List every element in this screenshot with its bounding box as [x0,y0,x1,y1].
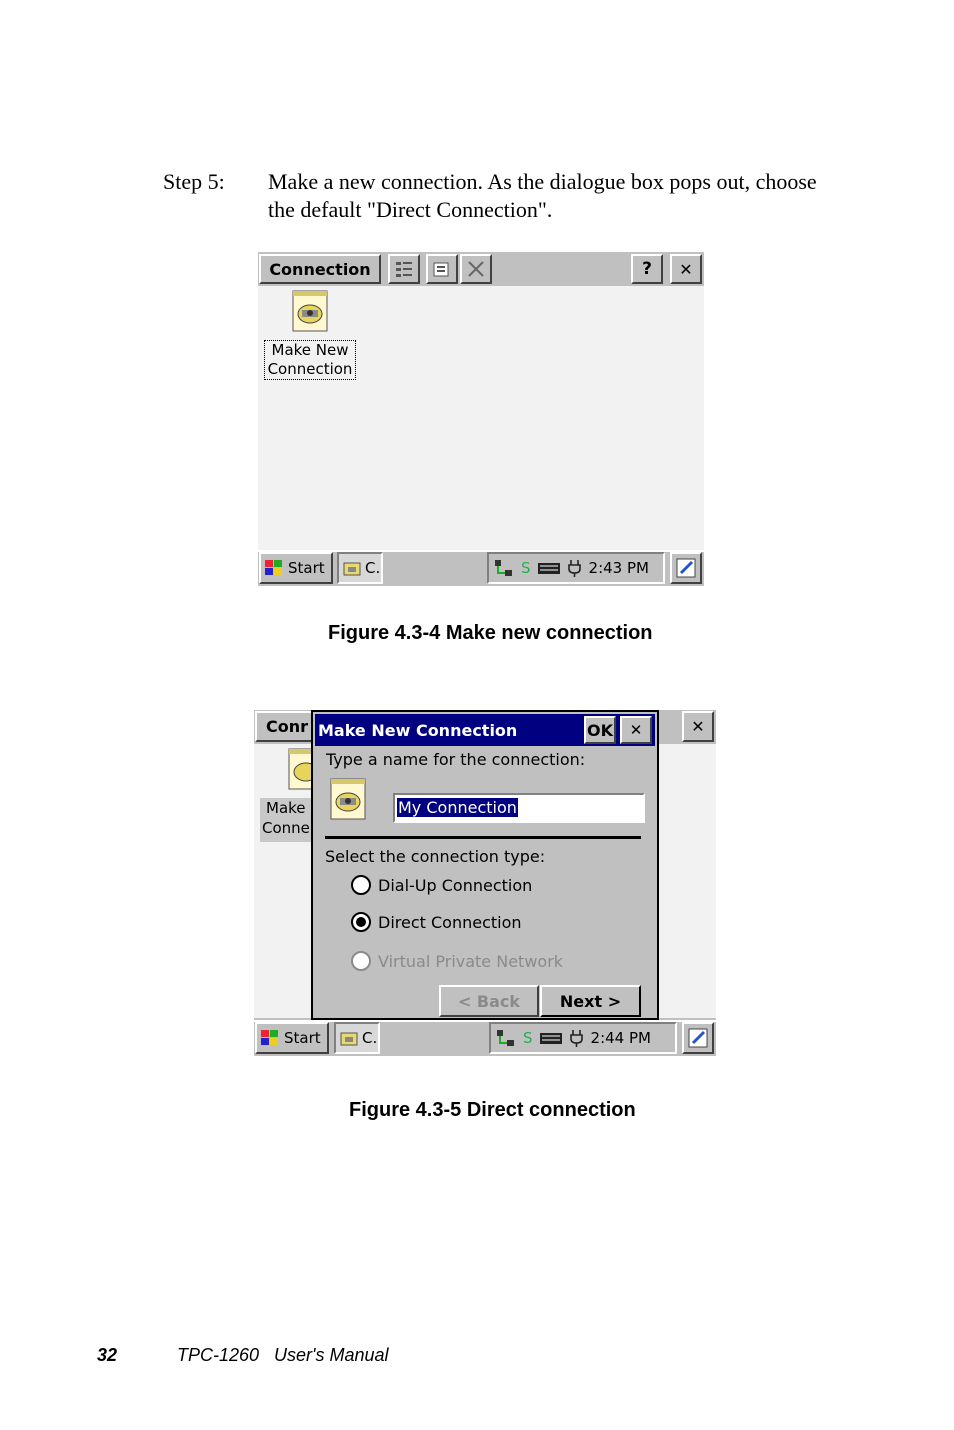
separator [325,836,641,839]
ok-button[interactable]: OK [584,716,616,744]
power-plug-icon[interactable] [569,1028,585,1048]
desktop-button[interactable] [682,1022,714,1054]
make-new-connection-item[interactable]: Make New Connection [264,288,356,386]
figure-direct-connection: Conr ✕ Make Conne Make New Connection OK… [254,710,716,1056]
properties-button[interactable] [426,254,458,284]
close-icon: ✕ [691,717,705,736]
make-new-connection-label: Make New Connection [264,340,356,380]
label-line-1: Make New [271,341,349,359]
clock[interactable]: 2:43 PM [589,559,649,577]
connection-folder-view: Make New Connection [258,286,704,550]
tray-s-indicator[interactable]: S [521,559,531,577]
connection-name-value: My Connection [397,798,518,817]
start-label: Start [288,559,325,577]
connection-wizard-icon [330,778,366,820]
make-new-connection-dialog: Make New Connection OK ✕ Type a name for… [311,710,659,1020]
manual-title: TPC-1260 User's Manual [177,1345,389,1365]
help-label: ? [642,259,652,279]
back-button: < Back [439,985,539,1017]
pen-desktop-icon [676,558,696,578]
page-number: 32 [97,1345,118,1365]
taskbar-connection-task[interactable]: C. [337,552,383,584]
window-title: Connection [269,259,371,279]
start-button[interactable]: Start [255,1022,329,1054]
radio-vpn-label: Virtual Private Network [378,951,564,971]
details-view-button[interactable] [388,254,420,284]
close-button[interactable]: ✕ [670,254,702,284]
figure-make-new-connection: Connection ? ✕ Make New Connection Start… [258,252,704,586]
start-button[interactable]: Start [259,552,333,584]
delete-button[interactable] [460,254,492,284]
clock[interactable]: 2:44 PM [591,1029,651,1047]
next-label: Next > [559,991,622,1011]
radio-circle [351,951,371,971]
step-label: Step 5: [163,169,225,194]
tray-s-indicator[interactable]: S [523,1029,533,1047]
help-button[interactable]: ? [631,254,663,284]
connection-type-label: Select the connection type: [325,847,546,866]
radio-dial-up[interactable]: Dial-Up Connection [351,875,532,895]
task-label: C. [365,559,381,577]
back-label: < Back [457,991,521,1011]
connection-wizard-icon [292,290,328,332]
network-icon[interactable] [493,558,515,578]
properties-icon [433,262,449,277]
dialog-title: Make New Connection [318,720,518,740]
details-view-icon [396,262,412,277]
task-label: C. [362,1029,378,1047]
dialog-close-button[interactable]: ✕ [620,716,652,744]
connection-menu-button[interactable]: Connection [259,254,381,284]
connection-folder-icon [343,562,361,576]
desktop-button[interactable] [670,552,702,584]
ok-label: OK [587,720,613,740]
delete-icon [468,261,484,277]
radio-direct[interactable]: Direct Connection [351,912,522,932]
pen-desktop-icon [688,1028,708,1048]
background-close-button: ✕ [682,711,714,742]
keyboard-icon[interactable] [537,560,561,576]
background-window-title: Conr [266,717,309,736]
network-icon[interactable] [495,1028,517,1048]
connection-name-field[interactable]: My Connection [393,793,645,823]
start-label: Start [284,1029,321,1047]
keyboard-icon[interactable] [539,1030,563,1046]
figure-1-caption: Figure 4.3-4 Make new connection [328,622,653,644]
radio-vpn: Virtual Private Network [351,951,563,971]
connection-folder-icon [340,1032,358,1046]
windows-logo-icon [265,560,282,575]
label-line-2: Connection [267,360,353,378]
radio-direct-label: Direct Connection [378,912,522,932]
radio-circle [351,875,371,895]
taskbar-connection-task[interactable]: C. [334,1022,380,1054]
windows-logo-icon [261,1030,278,1045]
close-icon: ✕ [679,259,693,279]
radio-circle-checked [351,912,371,932]
system-tray: S 2:43 PM [487,552,665,584]
power-plug-icon[interactable] [567,558,583,578]
radio-dial-up-label: Dial-Up Connection [378,875,533,895]
figure-2-caption: Figure 4.3-5 Direct connection [349,1099,636,1121]
system-tray: S 2:44 PM [489,1022,677,1054]
step-text: Make a new connection. As the dialogue b… [268,169,817,222]
next-button[interactable]: Next > [540,985,641,1017]
name-prompt: Type a name for the connection: [326,750,586,769]
close-icon: ✕ [629,721,643,739]
